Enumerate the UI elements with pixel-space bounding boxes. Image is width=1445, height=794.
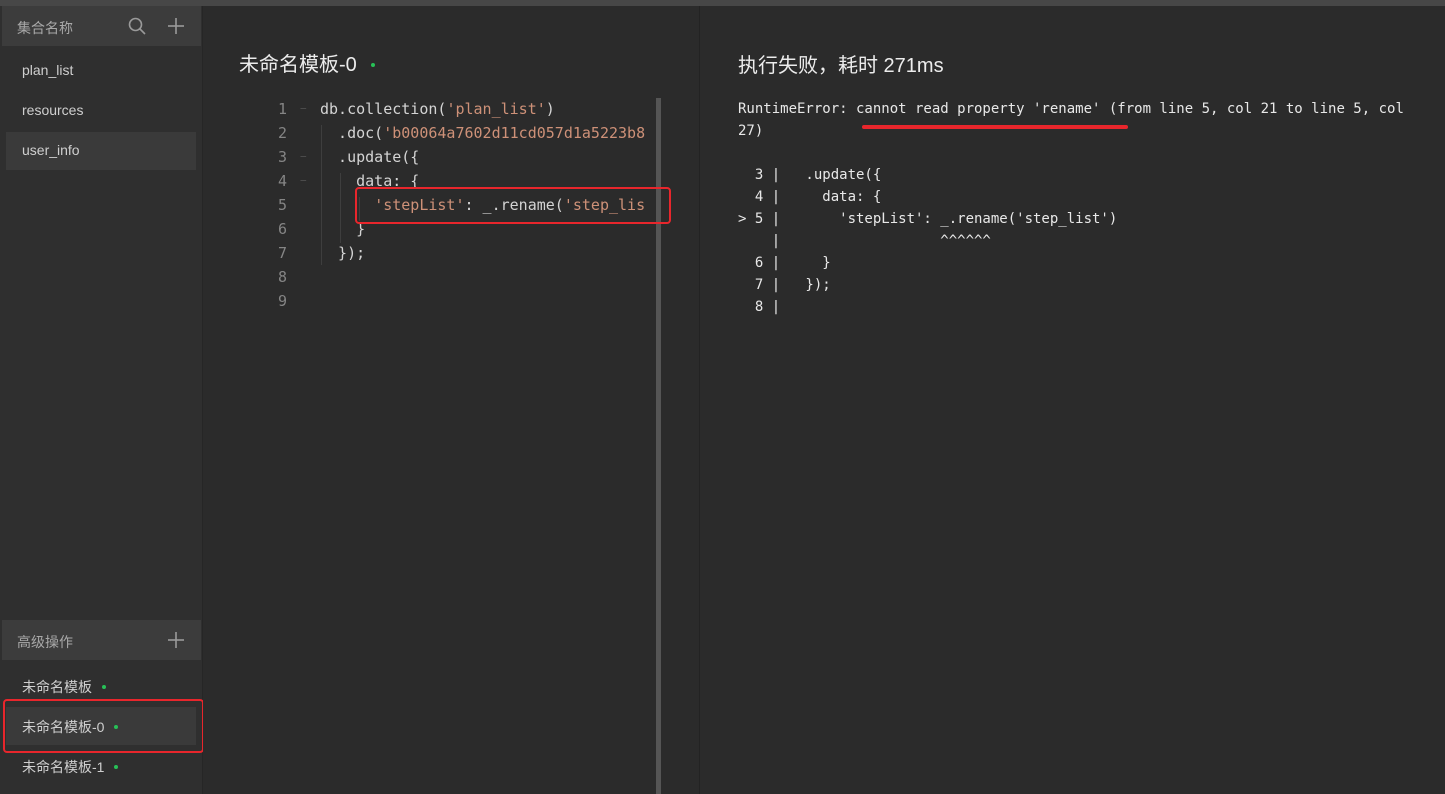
snippet-line: 4 | data: { bbox=[738, 189, 882, 205]
add-template-plus-icon[interactable] bbox=[166, 630, 186, 650]
collection-item-label: resources bbox=[22, 102, 84, 118]
line-number: 6 bbox=[277, 220, 287, 238]
code-line: 1− db.collection('plan_list') bbox=[203, 97, 661, 121]
collection-item-label: user_info bbox=[22, 142, 80, 158]
template-item-label: 未命名模板-1 bbox=[22, 757, 119, 777]
add-collection-plus-icon[interactable] bbox=[166, 16, 186, 36]
result-title: 执行失败，耗时 271ms bbox=[738, 55, 944, 77]
search-icon[interactable] bbox=[127, 16, 147, 36]
unsaved-dot-icon bbox=[370, 62, 375, 67]
code-line: 7 }); bbox=[203, 241, 661, 265]
collections-header: 集合名称 bbox=[2, 6, 201, 46]
annotation-box-code-line bbox=[355, 187, 671, 224]
unsaved-dot-icon bbox=[102, 685, 106, 690]
snippet-line: > 5 | 'stepList': _.rename('step_list') bbox=[738, 211, 1118, 227]
line-code: .doc('b00064a7602d11cd057d1a5223b8 bbox=[320, 124, 646, 142]
collection-item-label: plan_list bbox=[22, 62, 74, 78]
unsaved-dot-icon bbox=[114, 765, 119, 770]
snippet-line: 8 | bbox=[738, 299, 781, 315]
collection-item-resources[interactable]: resources bbox=[6, 92, 196, 130]
line-number: 3 bbox=[277, 148, 287, 166]
code-line: 2 .doc('b00064a7602d11cd057d1a5223b8 bbox=[203, 121, 661, 145]
code-editor-pane: 未命名模板-0 1− db.collection('plan_list') 2 .d… bbox=[203, 6, 700, 794]
editor-title: 未命名模板-0 bbox=[239, 48, 375, 77]
line-number: 5 bbox=[277, 196, 287, 214]
code-line: 8 bbox=[203, 265, 661, 289]
snippet-line: 6 | } bbox=[738, 255, 831, 271]
collection-item-plan-list[interactable]: plan_list bbox=[6, 52, 196, 90]
line-number: 9 bbox=[277, 292, 287, 310]
snippet-line: 3 | .update({ bbox=[738, 167, 882, 183]
fold-toggle-icon[interactable]: − bbox=[300, 97, 307, 121]
snippet-line: | ^^^^^^ bbox=[738, 233, 991, 249]
line-code: db.collection('plan_list') bbox=[320, 100, 555, 118]
line-number: 7 bbox=[277, 244, 287, 262]
collections-header-label: 集合名称 bbox=[17, 20, 73, 36]
advanced-header: 高级操作 bbox=[2, 620, 201, 660]
template-item-label: 未命名模板 bbox=[22, 677, 106, 697]
annotation-underline bbox=[862, 125, 1128, 129]
sidebar: 集合名称 plan_list resources user_info 高级操作 … bbox=[0, 6, 203, 794]
annotation-box-template bbox=[3, 699, 204, 753]
line-code: .update({ bbox=[320, 148, 420, 166]
code-line: 3− .update({ bbox=[203, 145, 661, 169]
line-code: }); bbox=[320, 244, 366, 262]
line-number: 8 bbox=[277, 268, 287, 286]
fold-toggle-icon[interactable]: − bbox=[300, 169, 307, 193]
advanced-header-label: 高级操作 bbox=[17, 634, 73, 650]
collection-item-user-info[interactable]: user_info bbox=[6, 132, 196, 170]
line-number: 4 bbox=[277, 172, 287, 190]
line-number: 2 bbox=[277, 124, 287, 142]
code-line: 9 bbox=[203, 289, 661, 313]
error-message: RuntimeError: cannot read property 'rena… bbox=[738, 101, 1413, 139]
line-number: 1 bbox=[277, 100, 287, 118]
snippet-line: 7 | }); bbox=[738, 277, 831, 293]
fold-toggle-icon[interactable]: − bbox=[300, 145, 307, 169]
